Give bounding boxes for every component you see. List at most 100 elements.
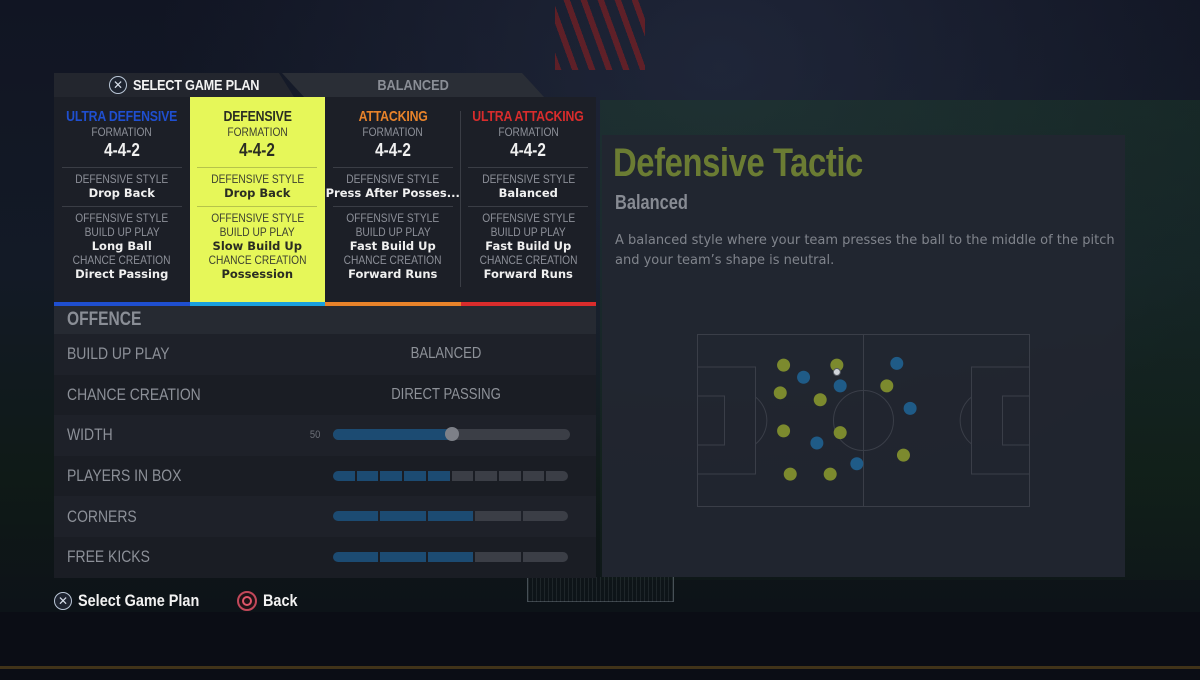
setting-chance-creation[interactable]: CHANCE CREATION DIRECT PASSING bbox=[54, 374, 596, 416]
divider bbox=[332, 206, 453, 207]
left-penalty-arc bbox=[755, 396, 768, 445]
team-player-marker bbox=[896, 448, 910, 462]
defensive-style-label: DEFENSIVE STYLE bbox=[346, 172, 440, 186]
offensive-style-label: OFFENSIVE STYLE bbox=[346, 211, 440, 225]
tactic-title: Defensive Tactic bbox=[613, 141, 863, 185]
setting-label: PLAYERS IN BOX bbox=[67, 466, 182, 486]
meter-segment bbox=[356, 470, 379, 481]
pitch-diagram bbox=[697, 334, 1030, 507]
meter-segment bbox=[522, 551, 568, 562]
offensive-style-label: OFFENSIVE STYLE bbox=[210, 211, 304, 225]
plan-card-ultra-defensive[interactable]: ULTRA DEFENSIVE FORMATION 4-4-2 DEFENSIV… bbox=[54, 97, 190, 306]
setting-corners[interactable]: CORNERS bbox=[54, 496, 596, 537]
tactic-description: A balanced style where your team presses… bbox=[615, 233, 1115, 268]
formation-value: 4-4-2 bbox=[239, 140, 276, 160]
tab-select-game-plan[interactable]: ✕ SELECT GAME PLAN bbox=[54, 73, 294, 97]
players-in-box-meter bbox=[333, 470, 568, 481]
team-player-marker bbox=[880, 379, 894, 393]
left-penalty-box bbox=[697, 366, 756, 475]
formation-label: FORMATION bbox=[362, 125, 423, 139]
formation-value: 4-4-2 bbox=[510, 140, 547, 160]
setting-label: FREE KICKS bbox=[67, 547, 150, 567]
divider bbox=[468, 206, 589, 207]
chance-creation-value: Possession bbox=[221, 267, 294, 281]
game-plan-header: ✕ SELECT GAME PLAN BALANCED bbox=[54, 73, 544, 97]
setting-width[interactable]: WIDTH 50 bbox=[54, 415, 596, 456]
chance-creation-label: CHANCE CREATION bbox=[72, 253, 171, 267]
defensive-style-value: Drop Back bbox=[88, 186, 155, 200]
setting-players-in-box[interactable]: PLAYERS IN BOX bbox=[54, 455, 596, 497]
divider bbox=[61, 206, 182, 207]
select-game-plan-button[interactable]: ✕ Select Game Plan bbox=[54, 591, 221, 611]
meter-segment bbox=[498, 470, 521, 481]
setting-label: CORNERS bbox=[67, 506, 137, 526]
build-up-play-label: BUILD UP PLAY bbox=[355, 225, 431, 239]
plan-name: ULTRA ATTACKING bbox=[472, 108, 585, 125]
players-layer bbox=[773, 356, 917, 481]
meter-segment bbox=[380, 551, 426, 562]
plan-name: ATTACKING bbox=[358, 108, 428, 125]
meter-segment bbox=[451, 470, 474, 481]
chance-creation-value: Forward Runs bbox=[348, 267, 438, 281]
defensive-style-value: Drop Back bbox=[224, 186, 291, 200]
meter-segment bbox=[333, 511, 379, 522]
chance-creation-value: Direct Passing bbox=[75, 267, 169, 281]
back-button[interactable]: Back bbox=[236, 591, 304, 611]
background-foreground bbox=[0, 612, 1200, 680]
opponent-player-marker bbox=[890, 356, 904, 370]
divider bbox=[332, 167, 453, 168]
free-kicks-meter bbox=[333, 551, 568, 562]
width-value: 50 bbox=[309, 429, 321, 442]
team-player-marker bbox=[773, 386, 787, 400]
button-prompts: ✕ Select Game Plan Back bbox=[54, 591, 311, 611]
meter-segment bbox=[522, 511, 568, 522]
plan-card-ultra-attacking[interactable]: ULTRA ATTACKING FORMATION 4-4-2 DEFENSIV… bbox=[460, 97, 596, 306]
build-up-play-label: BUILD UP PLAY bbox=[219, 225, 295, 239]
plan-card-attacking[interactable]: ATTACKING FORMATION 4-4-2 DEFENSIVE STYL… bbox=[325, 97, 461, 306]
formation-value: 4-4-2 bbox=[103, 140, 140, 160]
pitch-lines bbox=[697, 334, 1030, 507]
meter-segment bbox=[475, 470, 497, 481]
slider-fill bbox=[333, 429, 452, 441]
team-player-marker bbox=[823, 467, 837, 481]
setting-free-kicks[interactable]: FREE KICKS bbox=[54, 536, 596, 578]
meter-segment bbox=[475, 551, 521, 562]
build-up-play-value: Slow Build Up bbox=[212, 239, 302, 253]
setting-build-up-play[interactable]: BUILD UP PLAY BALANCED bbox=[54, 334, 596, 375]
defensive-style-label: DEFENSIVE STYLE bbox=[481, 172, 575, 186]
ball-icon bbox=[832, 368, 841, 377]
formation-label: FORMATION bbox=[227, 125, 288, 139]
chance-creation-label: CHANCE CREATION bbox=[208, 253, 307, 267]
circle-button-icon bbox=[236, 591, 257, 611]
corners-meter bbox=[333, 511, 568, 522]
meter-segment bbox=[380, 511, 426, 522]
tactic-subtitle: Balanced bbox=[615, 192, 688, 214]
width-slider[interactable] bbox=[333, 427, 570, 442]
divider bbox=[197, 206, 318, 207]
formation-label: FORMATION bbox=[91, 125, 152, 139]
meter-segment bbox=[404, 470, 426, 481]
current-plan-label: BALANCED bbox=[377, 76, 449, 94]
divider bbox=[61, 167, 182, 168]
offence-settings: OFFENCE BUILD UP PLAY BALANCED CHANCE CR… bbox=[54, 306, 596, 578]
meter-segment bbox=[427, 470, 450, 481]
meter-segment bbox=[333, 470, 355, 481]
slider-thumb[interactable] bbox=[444, 427, 459, 442]
team-player-marker bbox=[777, 358, 791, 372]
select-game-plan-label: Select Game Plan bbox=[78, 591, 200, 610]
setting-label: BUILD UP PLAY bbox=[67, 344, 170, 364]
team-player-marker bbox=[777, 424, 791, 438]
setting-value: BALANCED bbox=[410, 345, 482, 363]
setting-value: DIRECT PASSING bbox=[391, 385, 501, 403]
background-ad-board bbox=[0, 666, 1200, 669]
chance-creation-label: CHANCE CREATION bbox=[479, 253, 578, 267]
meter-segment bbox=[333, 551, 379, 562]
opponent-player-marker bbox=[850, 457, 864, 471]
right-penalty-box bbox=[971, 366, 1030, 475]
meter-segment bbox=[546, 470, 568, 481]
tab-current-plan[interactable]: BALANCED bbox=[282, 73, 544, 97]
plan-card-defensive[interactable]: DEFENSIVE FORMATION 4-4-2 DEFENSIVE STYL… bbox=[189, 97, 325, 306]
defensive-style-label: DEFENSIVE STYLE bbox=[210, 172, 304, 186]
background-crowd-banner bbox=[555, 0, 645, 70]
offensive-style-label: OFFENSIVE STYLE bbox=[481, 211, 575, 225]
